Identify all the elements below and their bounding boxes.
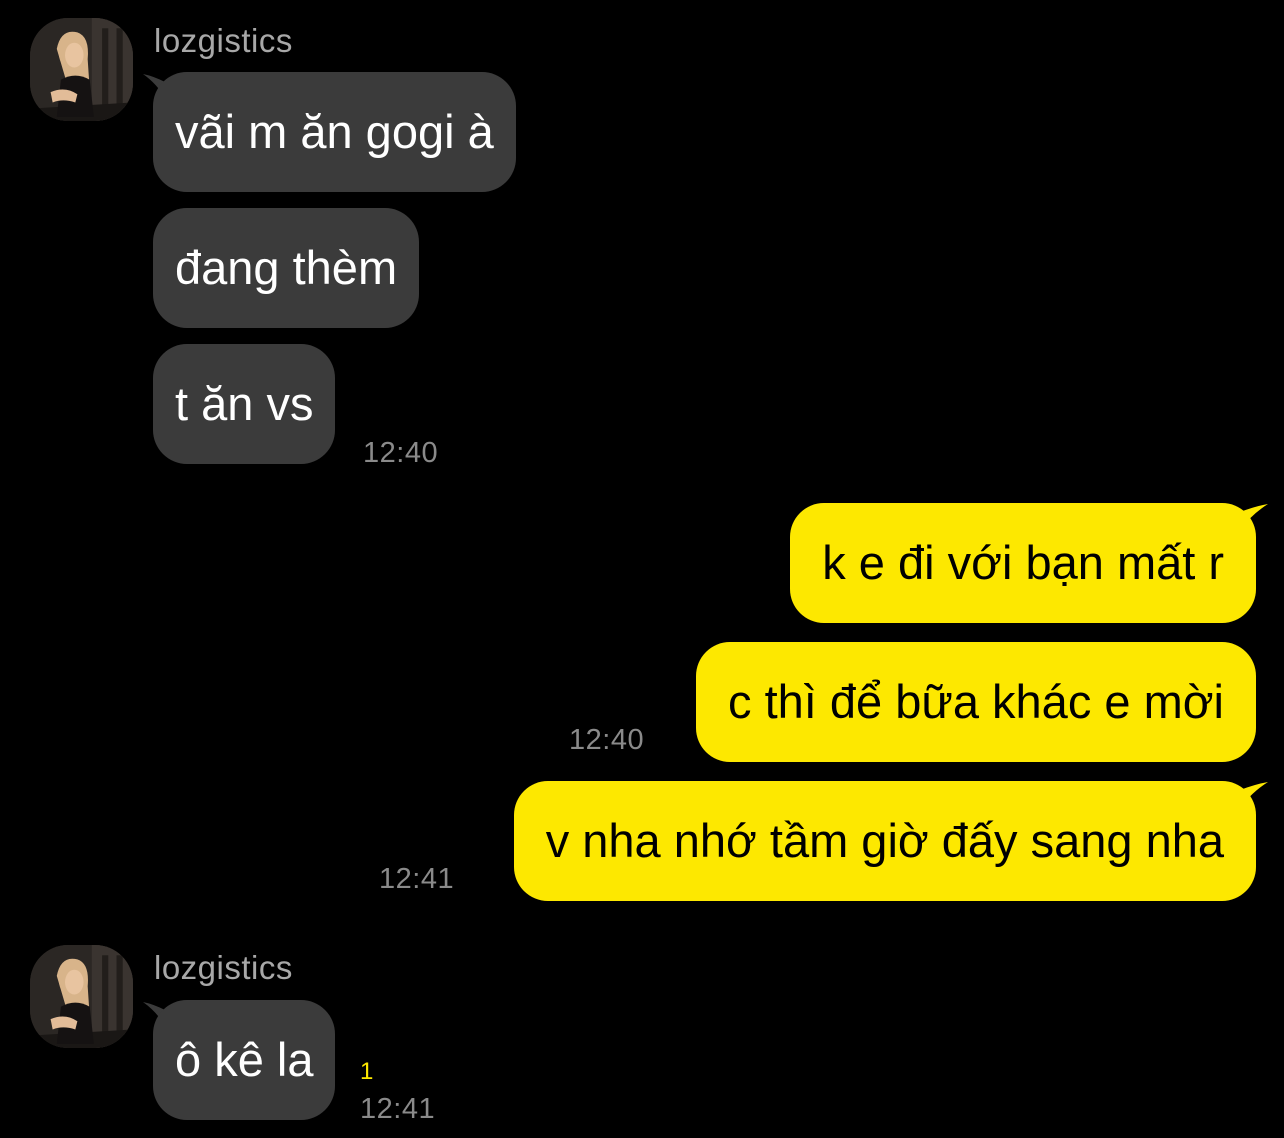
sender-name: lozgistics [154,949,293,986]
message-text: vãi m ăn gogi à [175,105,494,158]
incoming-message-bubble[interactable]: vãi m ăn gogi à [153,72,516,192]
message-timestamp: 12:41 [379,863,455,895]
incoming-message-bubble[interactable]: ô kê la [153,1000,336,1120]
message-timestamp: 12:40 [569,724,645,756]
outgoing-message-bubble[interactable]: v nha nhớ tầm giờ đấy sang nha [513,781,1256,901]
outgoing-message-bubble[interactable]: c thì để bữa khác e mời [696,642,1256,762]
message-text: v nha nhớ tầm giờ đấy sang nha [545,814,1224,867]
message-text: c thì để bữa khác e mời [728,675,1224,728]
message-timestamp: 12:40 [363,437,439,469]
sender-name: lozgistics [154,22,293,59]
incoming-message-bubble[interactable]: t ăn vs [153,344,336,464]
message-text: ô kê la [175,1033,314,1086]
message-timestamp: 12:41 [360,1093,436,1125]
sender-avatar[interactable] [30,945,133,1048]
message-text: đang thèm [175,241,398,294]
profile-photo-avatar-icon [30,18,133,121]
unread-count-badge: 1 [360,1058,374,1085]
sender-avatar[interactable] [30,18,133,121]
incoming-message-bubble[interactable]: đang thèm [153,208,420,328]
outgoing-message-bubble[interactable]: k e đi với bạn mất r [790,503,1256,623]
message-text: k e đi với bạn mất r [822,536,1224,589]
message-text: t ăn vs [175,377,314,430]
profile-photo-avatar-icon [30,945,133,1048]
